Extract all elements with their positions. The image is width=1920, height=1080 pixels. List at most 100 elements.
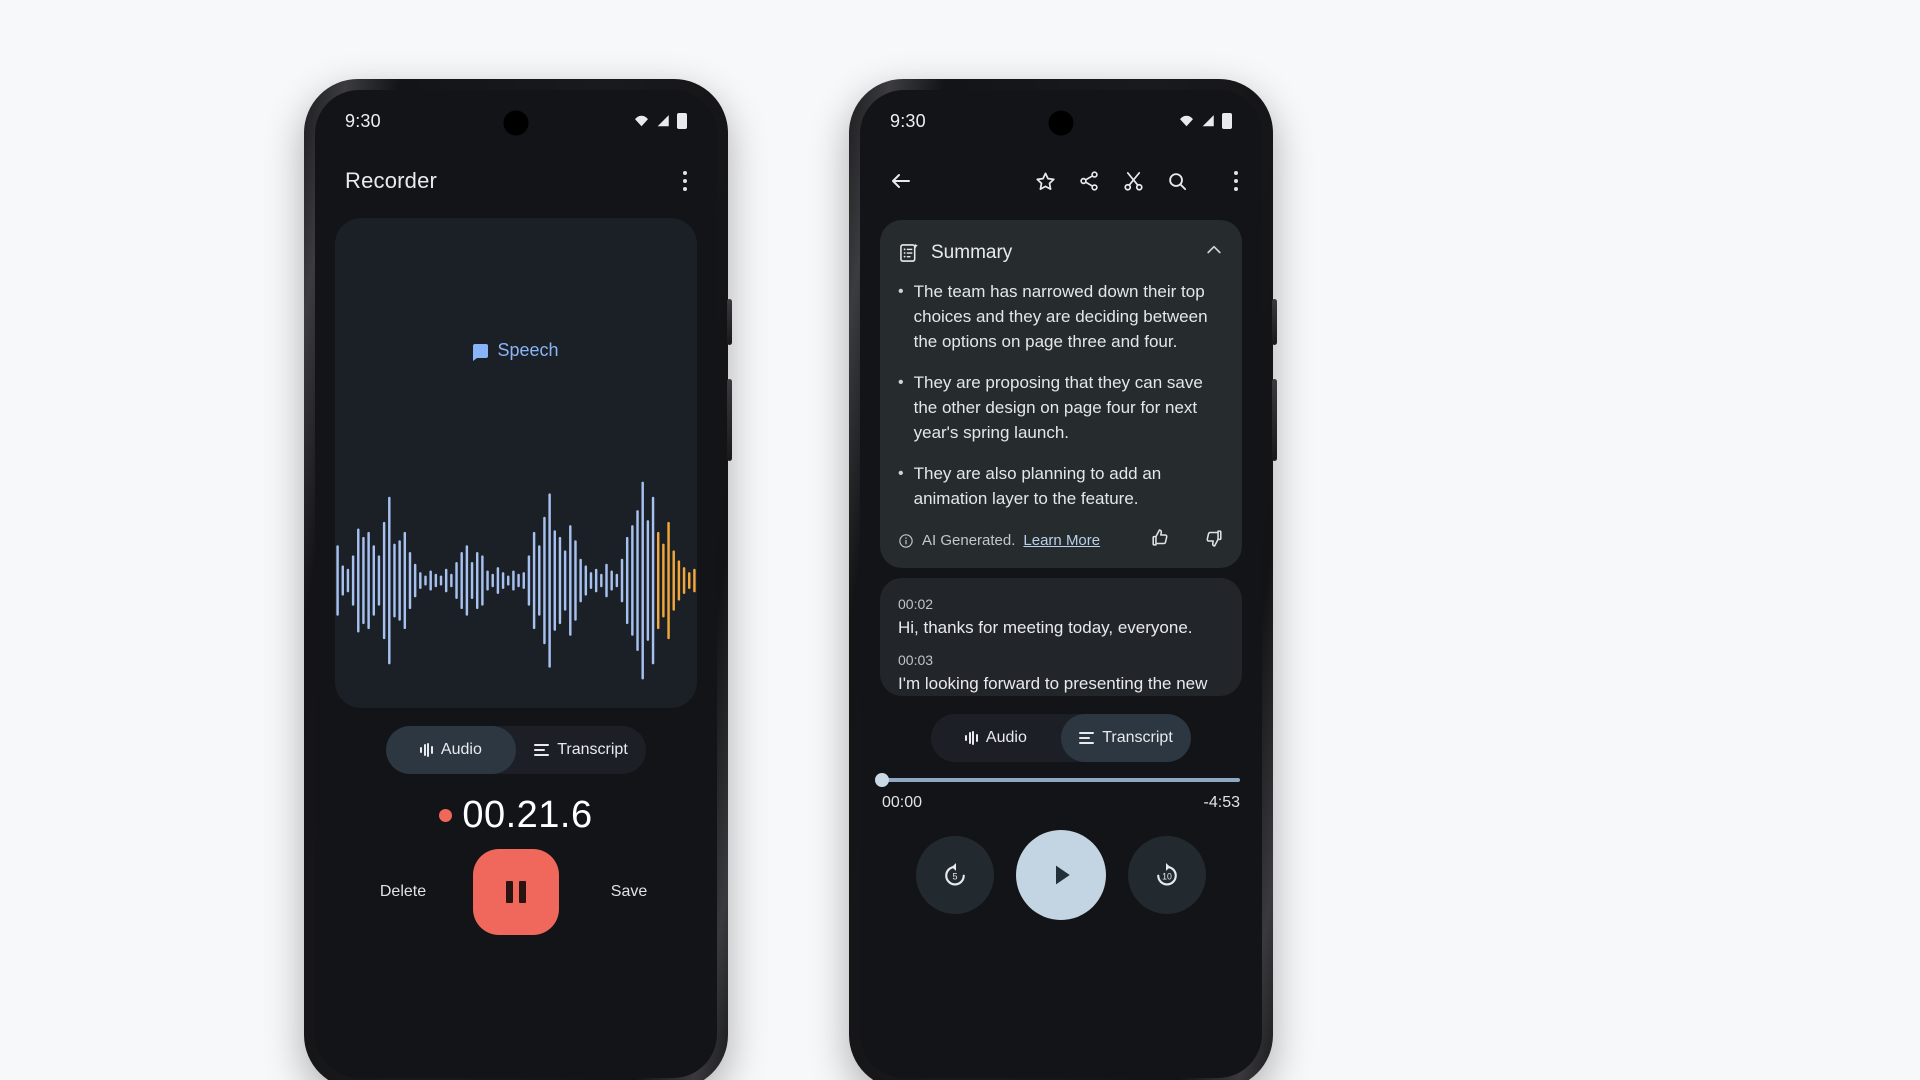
lines-icon bbox=[534, 744, 550, 756]
right-status-bar: 9:30 bbox=[860, 90, 1262, 152]
equalizer-icon bbox=[965, 731, 978, 745]
summary-card: Summary • The team has narrowed down thei… bbox=[880, 220, 1242, 568]
svg-text:5: 5 bbox=[952, 872, 957, 882]
left-status-bar: 9:30 bbox=[315, 90, 717, 152]
power-button-right[interactable] bbox=[1272, 299, 1277, 345]
thumb-down-icon[interactable] bbox=[1202, 527, 1224, 554]
play-icon bbox=[1056, 865, 1070, 885]
transcript-text: Hi, thanks for meeting today, everyone. bbox=[898, 618, 1193, 637]
equalizer-icon bbox=[420, 743, 433, 757]
thumb-up-icon[interactable] bbox=[1150, 527, 1172, 554]
camera-punch-hole bbox=[503, 110, 529, 136]
page-title: Recorder bbox=[345, 168, 438, 193]
signal-icon bbox=[1202, 115, 1214, 127]
recorder-controls: Delete Save bbox=[315, 849, 717, 935]
waveform-bars bbox=[336, 481, 696, 680]
transcript-card[interactable]: 00:02 Hi, thanks for meeting today, every… bbox=[880, 578, 1242, 696]
recording-indicator-dot bbox=[439, 809, 453, 822]
summary-bullet: • They are proposing that they can save t… bbox=[898, 370, 1224, 445]
phone-left: 9:30 Recorder Speech Audio Transcript 00… bbox=[304, 79, 732, 1080]
left-app-bar: Recorder bbox=[315, 152, 717, 210]
summary-bullet-list: • The team has narrowed down their top ch… bbox=[898, 279, 1224, 511]
volume-button-right[interactable] bbox=[1272, 379, 1277, 461]
seek-thumb[interactable] bbox=[875, 773, 889, 787]
tab-transcript-right-label: Transcript bbox=[1102, 729, 1173, 746]
right-view-tabs: Audio Transcript bbox=[931, 714, 1191, 762]
tab-audio-right-label: Audio bbox=[985, 729, 1027, 746]
tab-audio[interactable]: Audio bbox=[386, 726, 516, 774]
lines-icon bbox=[1079, 732, 1095, 744]
bullet-marker: • bbox=[898, 283, 904, 300]
status-time-right: 9:30 bbox=[890, 110, 926, 131]
recording-timer: 00.21.6 bbox=[315, 794, 717, 837]
pause-icon-bar-right bbox=[519, 881, 526, 903]
signal-icon bbox=[657, 115, 669, 127]
ai-generated-label: AI Generated. bbox=[922, 532, 1016, 549]
summary-ai-icon bbox=[900, 242, 919, 262]
pause-icon-bar-left bbox=[506, 881, 513, 903]
battery-icon bbox=[1222, 113, 1232, 129]
wifi-icon bbox=[635, 115, 648, 127]
cut-icon[interactable] bbox=[1116, 164, 1150, 198]
more-options-icon[interactable] bbox=[1204, 164, 1238, 198]
waveform-card: Speech bbox=[335, 218, 697, 708]
replay-5-icon[interactable]: 5 bbox=[916, 836, 994, 914]
status-icons-right bbox=[1178, 113, 1232, 129]
star-icon[interactable] bbox=[1028, 164, 1062, 198]
timer-value: 00.21.6 bbox=[462, 794, 593, 836]
save-button[interactable]: Save bbox=[601, 883, 657, 901]
status-icons bbox=[633, 113, 687, 129]
waveform[interactable] bbox=[335, 473, 697, 688]
more-options-icon[interactable] bbox=[682, 170, 687, 192]
delete-button[interactable]: Delete bbox=[375, 883, 431, 901]
svg-text:10: 10 bbox=[1162, 872, 1172, 882]
tab-transcript-right[interactable]: Transcript bbox=[1061, 714, 1191, 762]
left-view-tabs: Audio Transcript bbox=[386, 726, 646, 774]
share-icon[interactable] bbox=[1072, 164, 1106, 198]
detail-toolbar bbox=[860, 152, 1262, 210]
info-icon bbox=[899, 533, 913, 548]
forward-10-icon[interactable]: 10 bbox=[1128, 836, 1206, 914]
status-time: 9:30 bbox=[345, 110, 381, 131]
right-screen: 9:30 Summary • The team has narrowed dow… bbox=[860, 90, 1262, 1078]
speech-tag-label: Speech bbox=[497, 340, 559, 360]
seek-bar[interactable]: 00:00 -4:53 bbox=[875, 773, 1240, 812]
pause-record-button[interactable] bbox=[473, 849, 559, 935]
volume-button[interactable] bbox=[727, 379, 732, 461]
power-button[interactable] bbox=[727, 299, 732, 345]
chevron-up-icon[interactable] bbox=[1204, 240, 1224, 265]
summary-bullet-text: They are proposing that they can save th… bbox=[913, 373, 1203, 442]
bullet-marker: • bbox=[898, 465, 904, 482]
transcript-entry[interactable]: 00:02 Hi, thanks for meeting today, every… bbox=[898, 596, 1224, 638]
transcript-entry[interactable]: 00:03 I'm looking forward to presenting t… bbox=[898, 652, 1224, 696]
camera-punch-hole-right bbox=[1048, 110, 1074, 136]
summary-bullet-text: The team has narrowed down their top cho… bbox=[913, 282, 1208, 351]
learn-more-link[interactable]: Learn More bbox=[1023, 532, 1100, 549]
playback-controls: 5 10 bbox=[860, 830, 1262, 920]
phone-right: 9:30 Summary • The team has narrowed dow… bbox=[849, 79, 1277, 1080]
play-button[interactable] bbox=[1016, 830, 1106, 920]
ai-disclaimer-row: AI Generated. Learn More bbox=[898, 527, 1224, 554]
wifi-icon bbox=[1180, 115, 1193, 127]
back-arrow-icon[interactable] bbox=[884, 164, 918, 198]
battery-icon bbox=[677, 113, 687, 129]
seek-track[interactable] bbox=[875, 773, 1240, 787]
current-position-label: 00:00 bbox=[882, 794, 923, 811]
summary-bullet: • The team has narrowed down their top ch… bbox=[898, 279, 1224, 354]
remaining-time-label: -4:53 bbox=[1203, 794, 1240, 811]
summary-title: Summary bbox=[931, 241, 1013, 263]
speech-tag-icon bbox=[473, 343, 489, 361]
tab-transcript-label: Transcript bbox=[557, 741, 628, 758]
search-icon[interactable] bbox=[1160, 164, 1194, 198]
seek-labels: 00:00 -4:53 bbox=[882, 794, 1240, 812]
left-screen: 9:30 Recorder Speech Audio Transcript 00… bbox=[315, 90, 717, 1078]
transcript-timestamp: 00:03 bbox=[898, 652, 934, 668]
speech-tag: Speech bbox=[335, 340, 697, 361]
transcript-lines: 00:02 Hi, thanks for meeting today, every… bbox=[898, 596, 1224, 696]
tab-transcript[interactable]: Transcript bbox=[516, 726, 646, 774]
bullet-marker: • bbox=[898, 374, 904, 391]
tab-audio-label: Audio bbox=[440, 741, 482, 758]
transcript-timestamp: 00:02 bbox=[898, 596, 934, 612]
tab-audio-right[interactable]: Audio bbox=[931, 714, 1061, 762]
transcript-text: I'm looking forward to presenting the ne… bbox=[898, 674, 1208, 696]
